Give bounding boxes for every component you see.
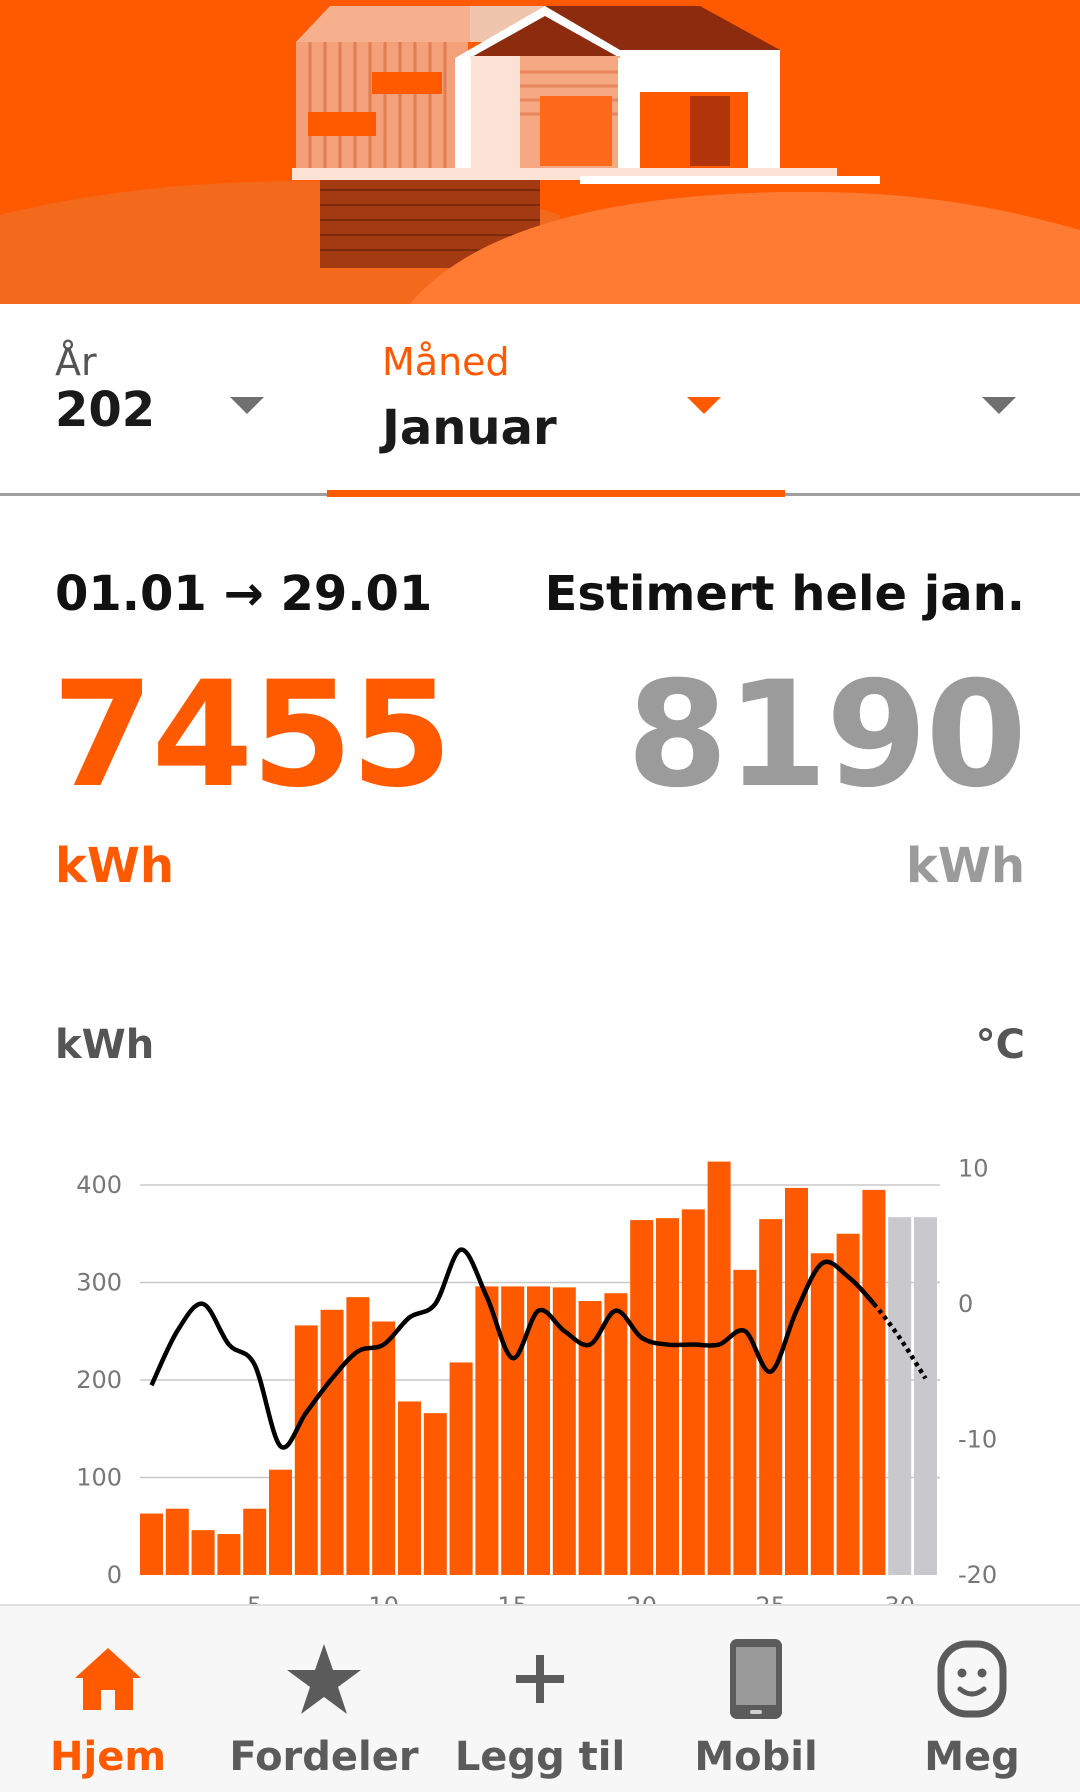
consumption-bar — [398, 1401, 421, 1575]
consumption-bar — [320, 1309, 344, 1575]
home-icon — [0, 1634, 216, 1724]
x-tick-label: 5 — [247, 1592, 262, 1604]
phone-icon — [648, 1634, 864, 1724]
plus-icon — [432, 1634, 648, 1724]
y-left-tick-label: 300 — [76, 1269, 122, 1297]
period-selector: År 202 Måned Januar — [0, 304, 1080, 498]
consumption-bar — [656, 1218, 679, 1575]
y-right-tick-label: -20 — [958, 1561, 997, 1589]
month-value: Januar — [382, 400, 557, 456]
y-right-tick-label: -10 — [958, 1425, 997, 1453]
consumption-bar — [707, 1161, 731, 1575]
nav-item-me[interactable]: Meg — [864, 1606, 1080, 1792]
consumption-bar — [475, 1286, 499, 1575]
consumption-bar — [785, 1187, 808, 1575]
y-left-tick-label: 0 — [107, 1561, 122, 1589]
y-right-tick-label: 0 — [958, 1290, 973, 1318]
y-right-tick-label: 10 — [958, 1154, 989, 1182]
consumption-bar — [140, 1513, 163, 1575]
consumption-bar — [733, 1269, 757, 1575]
year-chevron-down-icon — [230, 397, 264, 414]
y-left-tick-label: 400 — [76, 1171, 122, 1199]
consumption-bar — [346, 1297, 370, 1575]
consumption-bar — [269, 1469, 292, 1575]
selected-tab-indicator — [327, 490, 785, 497]
consumption-summary: 01.01 → 29.01 Estimert hele jan. 7455 81… — [0, 540, 1080, 940]
year-value: 202 — [55, 382, 156, 438]
consumption-chart[interactable]: 0 100 200 300 400 -20 -10 0 10 5 10 15 20 25 30 — [0, 1120, 1080, 1620]
estimate-label: Estimert hele jan. — [544, 566, 1025, 622]
house-illustration — [0, 0, 1080, 304]
x-tick-label: 30 — [884, 1592, 915, 1604]
nav-item-add[interactable]: Legg til — [432, 1606, 648, 1792]
consumption-chart-svg: 0 100 200 300 400 -20 -10 0 10 5 10 15 20 25 30 — [76, 1154, 997, 1620]
tab-month[interactable]: Måned Januar — [327, 304, 785, 498]
y-left-tick-label: 200 — [76, 1366, 122, 1394]
consumption-bar — [294, 1325, 318, 1575]
consumption-bar — [217, 1534, 241, 1575]
consumption-bar — [759, 1219, 783, 1575]
consumption-bar — [862, 1189, 886, 1575]
consumption-bar — [501, 1286, 525, 1575]
consumption-bar — [423, 1413, 447, 1575]
nav-item-home[interactable]: Hjem — [0, 1606, 216, 1792]
nav-item-mobile[interactable]: Mobil — [648, 1606, 864, 1792]
consumption-bar — [604, 1293, 628, 1575]
consumption-bar — [243, 1508, 267, 1575]
nav-item-benefits[interactable]: Fordeler — [216, 1606, 432, 1792]
nav-label-benefits: Fordeler — [229, 1734, 419, 1780]
x-tick-label: 15 — [497, 1592, 528, 1604]
year-label: År — [55, 340, 97, 384]
consumption-bar — [681, 1209, 705, 1575]
consumption-bar — [372, 1321, 396, 1575]
x-tick-label: 20 — [626, 1592, 657, 1604]
y-left-tick-label: 100 — [76, 1464, 122, 1492]
day-chevron-down-icon — [982, 397, 1016, 414]
date-range: 01.01 → 29.01 — [55, 566, 433, 622]
estimated-bar — [888, 1217, 912, 1575]
consumption-bar — [810, 1253, 834, 1575]
star-icon — [216, 1634, 432, 1724]
year-dropdown[interactable]: År 202 — [0, 304, 326, 498]
day-dropdown[interactable] — [786, 304, 1080, 498]
chart-right-unit: °C — [975, 1022, 1025, 1068]
consumption-bar — [449, 1362, 473, 1575]
actual-consumption-value: 7455 — [52, 650, 452, 820]
month-chevron-down-icon — [687, 397, 721, 414]
consumption-bar — [191, 1530, 215, 1575]
estimate-unit: kWh — [905, 838, 1025, 894]
consumption-bar — [630, 1220, 654, 1575]
nav-label-home: Hjem — [50, 1734, 166, 1780]
chart-left-unit: kWh — [55, 1022, 155, 1068]
nav-label-add: Legg til — [454, 1734, 626, 1780]
consumption-bar — [165, 1508, 189, 1575]
month-label: Måned — [382, 340, 510, 384]
bottom-navigation: Hjem Fordeler Legg til Mobil Meg — [0, 1604, 1080, 1792]
face-icon — [864, 1634, 1080, 1724]
nav-label-mobile: Mobil — [694, 1734, 818, 1780]
nav-label-me: Meg — [924, 1734, 1020, 1780]
x-tick-label: 25 — [755, 1592, 786, 1604]
x-tick-label: 10 — [368, 1592, 399, 1604]
estimated-consumption-value: 8190 — [626, 650, 1027, 820]
estimated-bar — [914, 1217, 937, 1575]
hero-illustration — [0, 0, 1080, 304]
actual-unit: kWh — [55, 838, 175, 894]
